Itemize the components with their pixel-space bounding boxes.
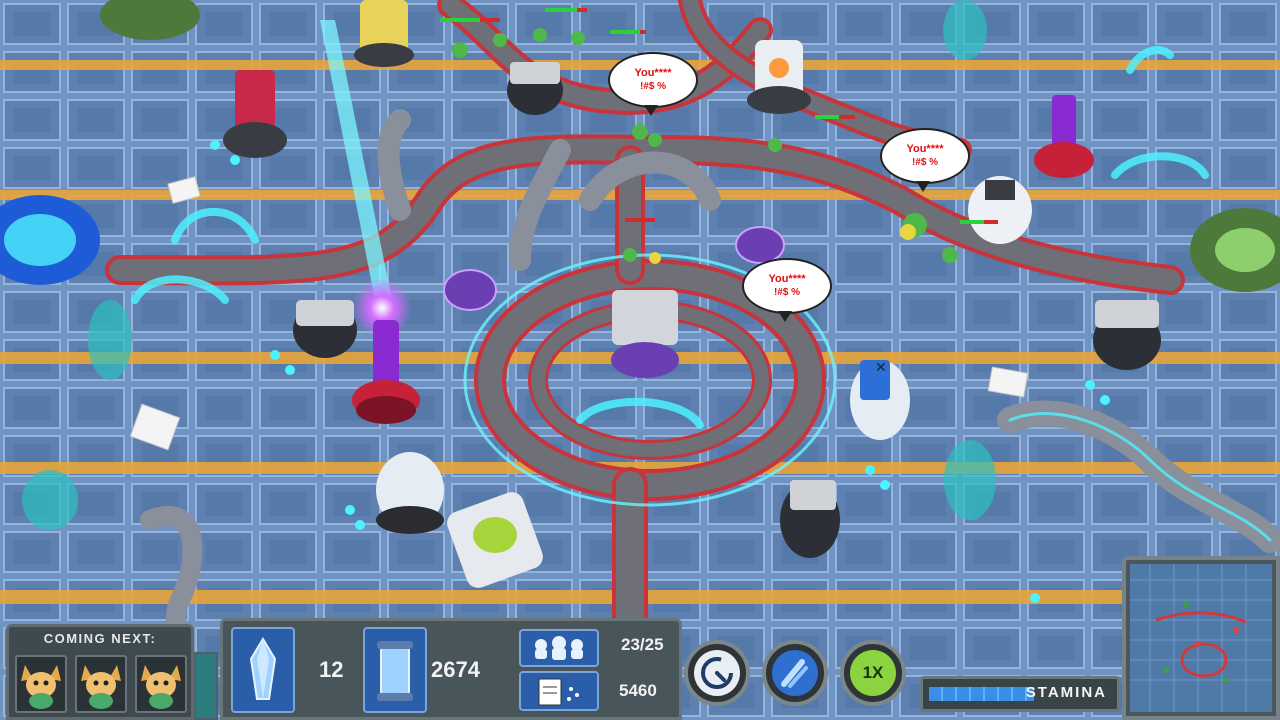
creatures-slot <box>519 629 599 667</box>
resources-panel: 12 2674 23/25 5460 <box>220 618 682 720</box>
stamina-label: STAMINA <box>1025 684 1107 701</box>
crystal-count: 12 <box>319 657 344 682</box>
enemy-speech-bubble: You**** !#$ % <box>608 52 698 116</box>
timer-icon <box>701 657 733 689</box>
bubble-text: You**** <box>906 143 944 155</box>
canister-icon <box>377 641 413 701</box>
white-tower-top <box>747 40 811 114</box>
score-value: 5460 <box>619 681 657 700</box>
coming-next-panel: COMING NEXT: <box>6 624 194 720</box>
playfield-scene: ✕ <box>0 0 1280 720</box>
bubble-text: You**** <box>634 67 672 79</box>
bubble-text: You**** <box>768 273 806 285</box>
fox-creature-icon <box>81 665 121 709</box>
coming-next-slot[interactable] <box>15 655 67 713</box>
fox-creature-icon <box>141 665 181 709</box>
bubble-text: !#$ % <box>639 81 667 92</box>
bubble-text: !#$ % <box>911 157 939 168</box>
minimap[interactable] <box>1122 556 1280 720</box>
energy-count: 2674 <box>431 657 480 682</box>
dark-tower-mid <box>507 62 563 115</box>
crystal-slot <box>231 627 295 713</box>
meteor-button[interactable] <box>762 640 828 706</box>
center-tower <box>611 290 679 378</box>
energy-slot <box>363 627 427 713</box>
score-slot <box>519 671 599 711</box>
yellow-tower-top <box>354 0 414 67</box>
dark-tower-right <box>1093 300 1161 370</box>
coming-next-slot[interactable] <box>135 655 187 713</box>
fox-creature-icon <box>21 665 61 709</box>
creatures-escaped-count: 23/25 <box>621 635 664 654</box>
dome-tower-right: ✕ <box>850 360 910 440</box>
white-tower-right <box>968 176 1032 244</box>
meteor-icon <box>781 659 808 688</box>
stamina-bar: STAMINA <box>920 676 1120 712</box>
svg-text:✕: ✕ <box>875 360 887 376</box>
stamina-fill <box>929 687 1034 701</box>
enemy-speech-bubble: You**** !#$ % <box>742 258 832 322</box>
notepad-icon <box>538 678 579 706</box>
timer-button[interactable] <box>684 640 750 706</box>
speed-label: 1X <box>862 663 884 682</box>
wave-progress-bar <box>194 652 218 720</box>
coming-next-slot[interactable] <box>75 655 127 713</box>
bubble-text: !#$ % <box>773 287 801 298</box>
crystal-icon <box>249 637 277 700</box>
speed-button[interactable]: 1X <box>840 640 906 706</box>
dark-tower-left <box>293 300 357 358</box>
enemy-speech-bubble: You**** !#$ % <box>880 128 970 192</box>
dome-tower-bottom <box>376 452 444 534</box>
coming-next-title: COMING NEXT: <box>43 631 157 646</box>
creature-group-icon <box>535 636 583 660</box>
game-playfield[interactable]: ✕ You**** !#$ % You**** !#$ % You**** !#… <box>0 0 1280 720</box>
minimap-icon <box>1130 564 1272 712</box>
